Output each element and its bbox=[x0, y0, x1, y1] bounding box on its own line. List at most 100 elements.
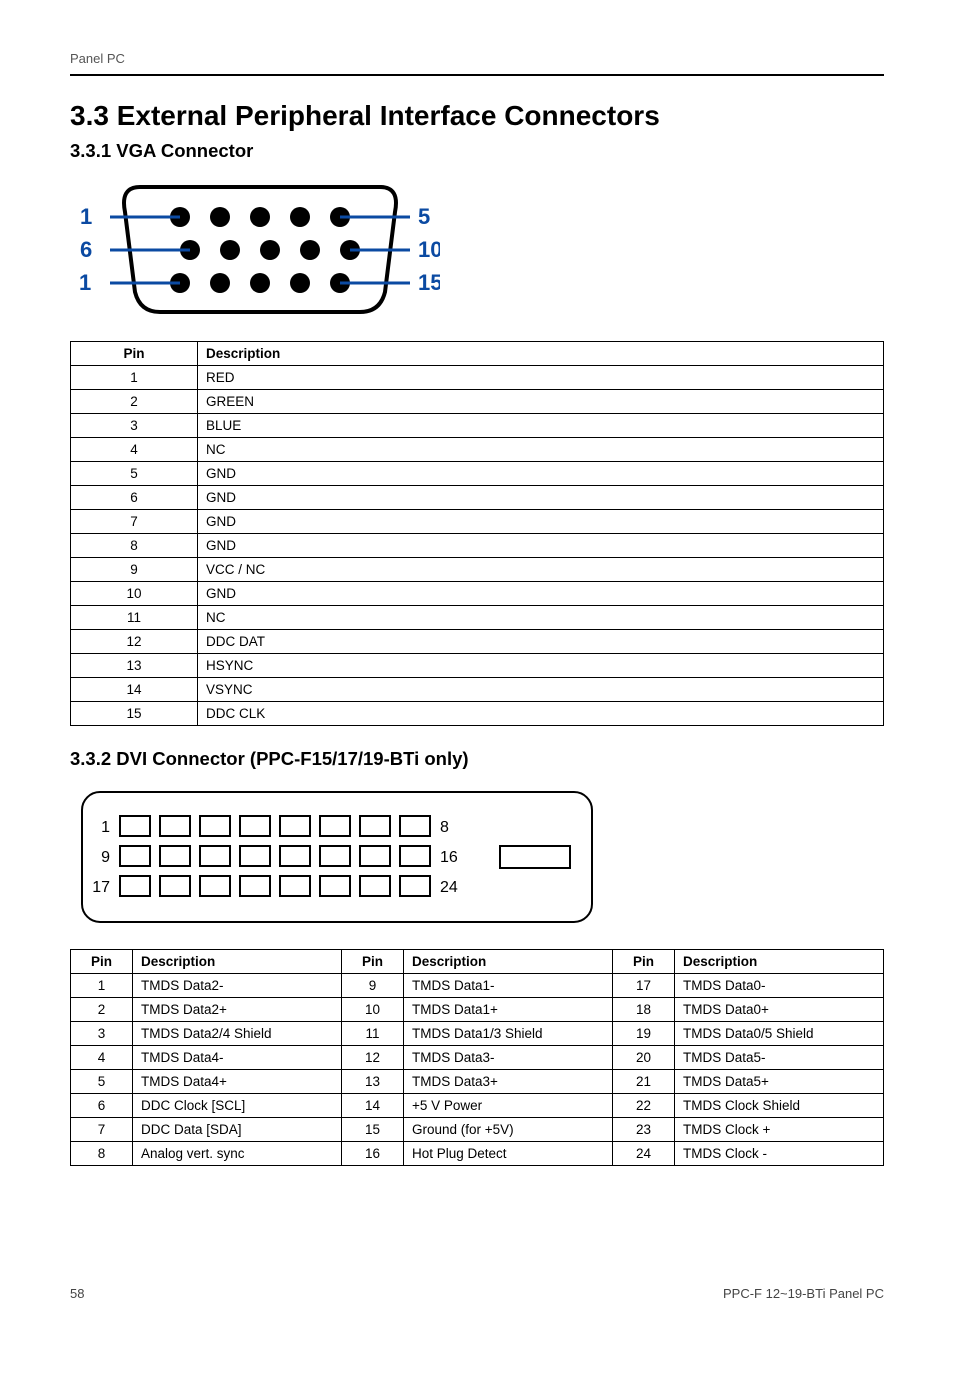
desc-cell: TMDS Data3+ bbox=[404, 1070, 613, 1094]
dvi-pin24-label: 24 bbox=[440, 879, 458, 896]
desc-cell: HSYNC bbox=[198, 654, 884, 678]
pin-cell: 1 bbox=[71, 974, 133, 998]
pin-cell: 8 bbox=[71, 1142, 133, 1166]
pin-cell: 9 bbox=[342, 974, 404, 998]
pin-cell: 11 bbox=[71, 606, 198, 630]
desc-cell: DDC DAT bbox=[198, 630, 884, 654]
pin-cell: 1 bbox=[71, 366, 198, 390]
pin-cell: 4 bbox=[71, 1046, 133, 1070]
pin-cell: 22 bbox=[613, 1094, 675, 1118]
dvi-connector-icon: 1 9 17 8 16 24 bbox=[80, 790, 600, 924]
table-row: 1TMDS Data2-9TMDS Data1-17TMDS Data0- bbox=[71, 974, 884, 998]
pin-cell: 15 bbox=[71, 702, 198, 726]
dvi-col-sig2: Description bbox=[404, 950, 613, 974]
vga-col-pin: Pin bbox=[71, 342, 198, 366]
desc-cell: VCC / NC bbox=[198, 558, 884, 582]
table-row: 5GND bbox=[71, 462, 884, 486]
table-row: 8GND bbox=[71, 534, 884, 558]
desc-cell: TMDS Data2- bbox=[133, 974, 342, 998]
desc-cell: Analog vert. sync bbox=[133, 1142, 342, 1166]
pin-cell: 18 bbox=[613, 998, 675, 1022]
table-row: 13HSYNC bbox=[71, 654, 884, 678]
vga-connector-diagram: 1 6 11 5 10 15 bbox=[80, 172, 884, 327]
dvi-col-sig1: Description bbox=[133, 950, 342, 974]
dvi-pin16-label: 16 bbox=[440, 849, 458, 866]
pin-cell: 13 bbox=[71, 654, 198, 678]
dvi-col-pin3: Pin bbox=[613, 950, 675, 974]
table-row: 9VCC / NC bbox=[71, 558, 884, 582]
dvi-pinout-table: Pin Description Pin Description Pin Desc… bbox=[70, 949, 884, 1166]
vga-pin6-label: 6 bbox=[80, 237, 92, 262]
desc-cell: TMDS Data1- bbox=[404, 974, 613, 998]
desc-cell: TMDS Data3- bbox=[404, 1046, 613, 1070]
table-row: 4NC bbox=[71, 438, 884, 462]
pin-cell: 12 bbox=[71, 630, 198, 654]
pin-cell: 16 bbox=[342, 1142, 404, 1166]
vga-pin5-label: 5 bbox=[418, 204, 430, 229]
desc-cell: TMDS Data2+ bbox=[133, 998, 342, 1022]
page: Panel PC 3.3 External Peripheral Interfa… bbox=[0, 0, 954, 1381]
desc-cell: TMDS Data4+ bbox=[133, 1070, 342, 1094]
desc-cell: TMDS Data0+ bbox=[675, 998, 884, 1022]
desc-cell: TMDS Clock Shield bbox=[675, 1094, 884, 1118]
desc-cell: BLUE bbox=[198, 414, 884, 438]
desc-cell: TMDS Data0/5 Shield bbox=[675, 1022, 884, 1046]
pin-cell: 10 bbox=[342, 998, 404, 1022]
table-row: 3BLUE bbox=[71, 414, 884, 438]
desc-cell: VSYNC bbox=[198, 678, 884, 702]
pin-cell: 6 bbox=[71, 1094, 133, 1118]
dvi-pin9-label: 9 bbox=[101, 849, 110, 866]
pin-cell: 10 bbox=[71, 582, 198, 606]
dvi-blade-slot bbox=[500, 846, 570, 868]
desc-cell: TMDS Data1+ bbox=[404, 998, 613, 1022]
pin-cell: 2 bbox=[71, 998, 133, 1022]
table-row: 7DDC Data [SDA]15Ground (for +5V)23TMDS … bbox=[71, 1118, 884, 1142]
vga-pinout-table: Pin Description 1RED2GREEN3BLUE4NC5GND6G… bbox=[70, 341, 884, 726]
desc-cell: TMDS Clock + bbox=[675, 1118, 884, 1142]
pin-cell: 4 bbox=[71, 438, 198, 462]
pin-cell: 12 bbox=[342, 1046, 404, 1070]
table-row: 10GND bbox=[71, 582, 884, 606]
dvi-col-sig3: Description bbox=[675, 950, 884, 974]
desc-cell: TMDS Data2/4 Shield bbox=[133, 1022, 342, 1046]
desc-cell: GND bbox=[198, 486, 884, 510]
desc-cell: TMDS Clock - bbox=[675, 1142, 884, 1166]
table-row: 7GND bbox=[71, 510, 884, 534]
desc-cell: NC bbox=[198, 606, 884, 630]
table-row: 3TMDS Data2/4 Shield11TMDS Data1/3 Shiel… bbox=[71, 1022, 884, 1046]
desc-cell: GREEN bbox=[198, 390, 884, 414]
desc-cell: GND bbox=[198, 462, 884, 486]
dvi-pin8-label: 8 bbox=[440, 819, 449, 836]
vga-pin15-label: 15 bbox=[418, 270, 440, 295]
pin-cell: 23 bbox=[613, 1118, 675, 1142]
desc-cell: Ground (for +5V) bbox=[404, 1118, 613, 1142]
desc-cell: DDC Clock [SCL] bbox=[133, 1094, 342, 1118]
desc-cell: TMDS Data4- bbox=[133, 1046, 342, 1070]
dvi-pin17-label: 17 bbox=[92, 879, 110, 896]
table-row: 2TMDS Data2+10TMDS Data1+18TMDS Data0+ bbox=[71, 998, 884, 1022]
table-row: 6DDC Clock [SCL]14+5 V Power22TMDS Clock… bbox=[71, 1094, 884, 1118]
pin-cell: 20 bbox=[613, 1046, 675, 1070]
pin-cell: 7 bbox=[71, 510, 198, 534]
pin-cell: 15 bbox=[342, 1118, 404, 1142]
table-row: 15DDC CLK bbox=[71, 702, 884, 726]
dvi-col-pin1: Pin bbox=[71, 950, 133, 974]
vga-pin10-label: 10 bbox=[418, 237, 440, 262]
desc-cell: DDC Data [SDA] bbox=[133, 1118, 342, 1142]
pin-cell: 3 bbox=[71, 414, 198, 438]
vga-title: 3.3.1 VGA Connector bbox=[70, 140, 884, 162]
dvi-title: 3.3.2 DVI Connector (PPC-F15/17/19-BTi o… bbox=[70, 748, 884, 770]
table-row: 1RED bbox=[71, 366, 884, 390]
table-row: 6GND bbox=[71, 486, 884, 510]
page-footer: 58 PPC-F 12~19-BTi Panel PC bbox=[70, 1286, 884, 1301]
dvi-pin1-label: 1 bbox=[101, 819, 110, 836]
desc-cell: TMDS Data0- bbox=[675, 974, 884, 998]
pin-cell: 21 bbox=[613, 1070, 675, 1094]
table-row: 12DDC DAT bbox=[71, 630, 884, 654]
pin-cell: 13 bbox=[342, 1070, 404, 1094]
desc-cell: GND bbox=[198, 510, 884, 534]
desc-cell: TMDS Data1/3 Shield bbox=[404, 1022, 613, 1046]
desc-cell: GND bbox=[198, 534, 884, 558]
footer-model: PPC-F 12~19-BTi Panel PC bbox=[723, 1286, 884, 1301]
pin-cell: 8 bbox=[71, 534, 198, 558]
